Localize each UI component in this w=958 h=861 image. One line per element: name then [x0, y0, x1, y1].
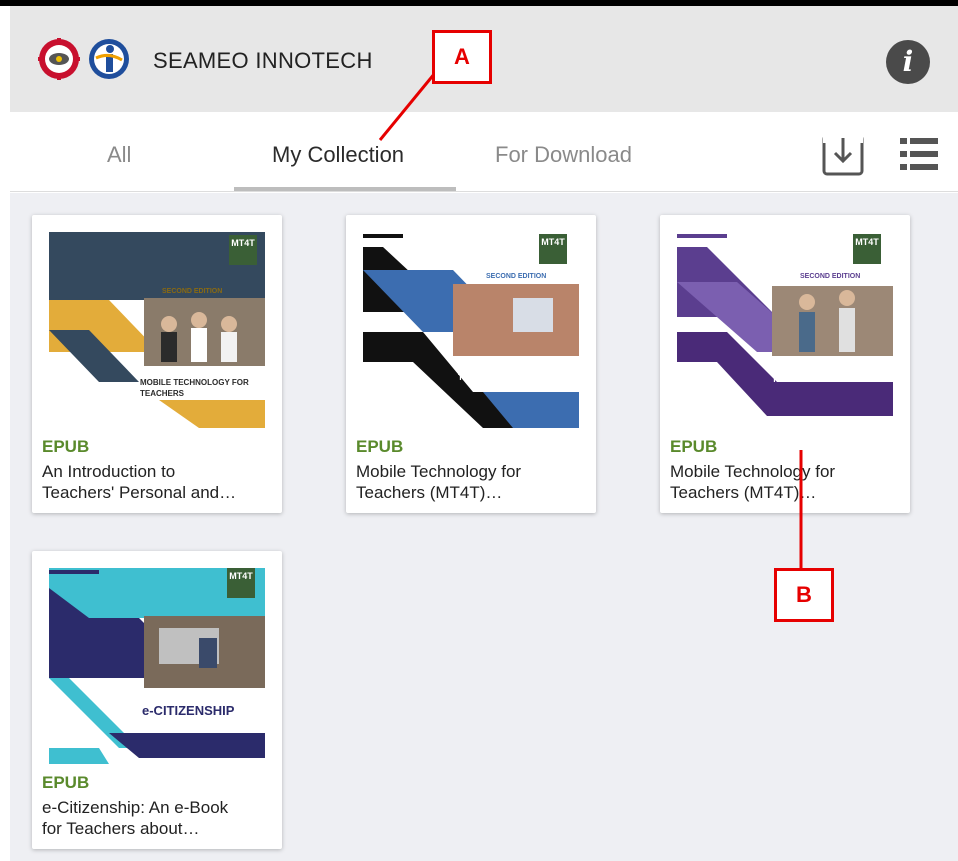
book-title: An Introduction to Teachers' Personal an…	[42, 462, 237, 502]
cover-edition: SECOND EDITION	[800, 273, 861, 280]
book-format: EPUB	[42, 437, 90, 456]
book-cover	[363, 232, 579, 428]
app-title: SEAMEO INNOTECH	[153, 48, 373, 73]
seameo-seal-logo	[38, 38, 80, 80]
cover-title: e-CITIZENSHIP	[142, 703, 235, 718]
cover-badge: MT4T	[541, 237, 565, 247]
book-title: Mobile Technology for Teachers (MT4T)…	[356, 462, 522, 502]
cover-title: MOBILE TECHNOLOGY FOR TEACHERS	[458, 362, 567, 382]
book-format: EPUB	[356, 437, 404, 456]
book-title: e-Citizenship: An e-Book for Teachers ab…	[42, 798, 229, 838]
book-grid: MT4T SECOND EDITION MOBILE TECHNOLOGY FO…	[10, 193, 958, 861]
book-format: EPUB	[42, 773, 90, 792]
book-cover	[49, 568, 265, 764]
tab-all[interactable]: All	[107, 142, 131, 168]
annotation-b-label: B	[774, 568, 834, 622]
book-card[interactable]: MT4T e-CITIZENSHIP EPUB e-Citizenship: A…	[32, 551, 282, 849]
innotech-logo	[88, 38, 130, 80]
tab-my-collection[interactable]: My Collection	[272, 142, 404, 168]
cover-title: MOBILE TECHNOLOGY FOR TEACHERS	[772, 364, 881, 384]
annotation-a-label: A	[432, 30, 492, 84]
tab-bar: All My Collection For Download	[10, 112, 958, 192]
cover-edition: SECOND EDITION	[162, 288, 223, 295]
book-format: EPUB	[670, 437, 718, 456]
cover-badge: MT4T	[855, 237, 879, 247]
annotation-b-pointer	[799, 450, 803, 568]
cover-badge: MT4T	[231, 238, 255, 248]
book-card[interactable]: MT4T SECOND EDITION MOBILE TECHNOLOGY FO…	[660, 215, 910, 513]
info-icon[interactable]: i	[886, 40, 930, 84]
tab-for-download[interactable]: For Download	[495, 142, 632, 168]
active-tab-indicator	[234, 187, 456, 191]
cover-title: MOBILE TECHNOLOGY FOR TEACHERS	[140, 378, 249, 398]
download-icon[interactable]	[822, 134, 864, 176]
book-card[interactable]: MT4T SECOND EDITION MOBILE TECHNOLOGY FO…	[32, 215, 282, 513]
book-title: Mobile Technology for Teachers (MT4T)…	[670, 462, 836, 502]
list-view-icon[interactable]	[900, 134, 938, 174]
cover-badge: MT4T	[229, 571, 253, 581]
cover-edition: SECOND EDITION	[486, 273, 547, 280]
book-card[interactable]: MT4T SECOND EDITION MOBILE TECHNOLOGY FO…	[346, 215, 596, 513]
book-cover	[677, 232, 893, 428]
